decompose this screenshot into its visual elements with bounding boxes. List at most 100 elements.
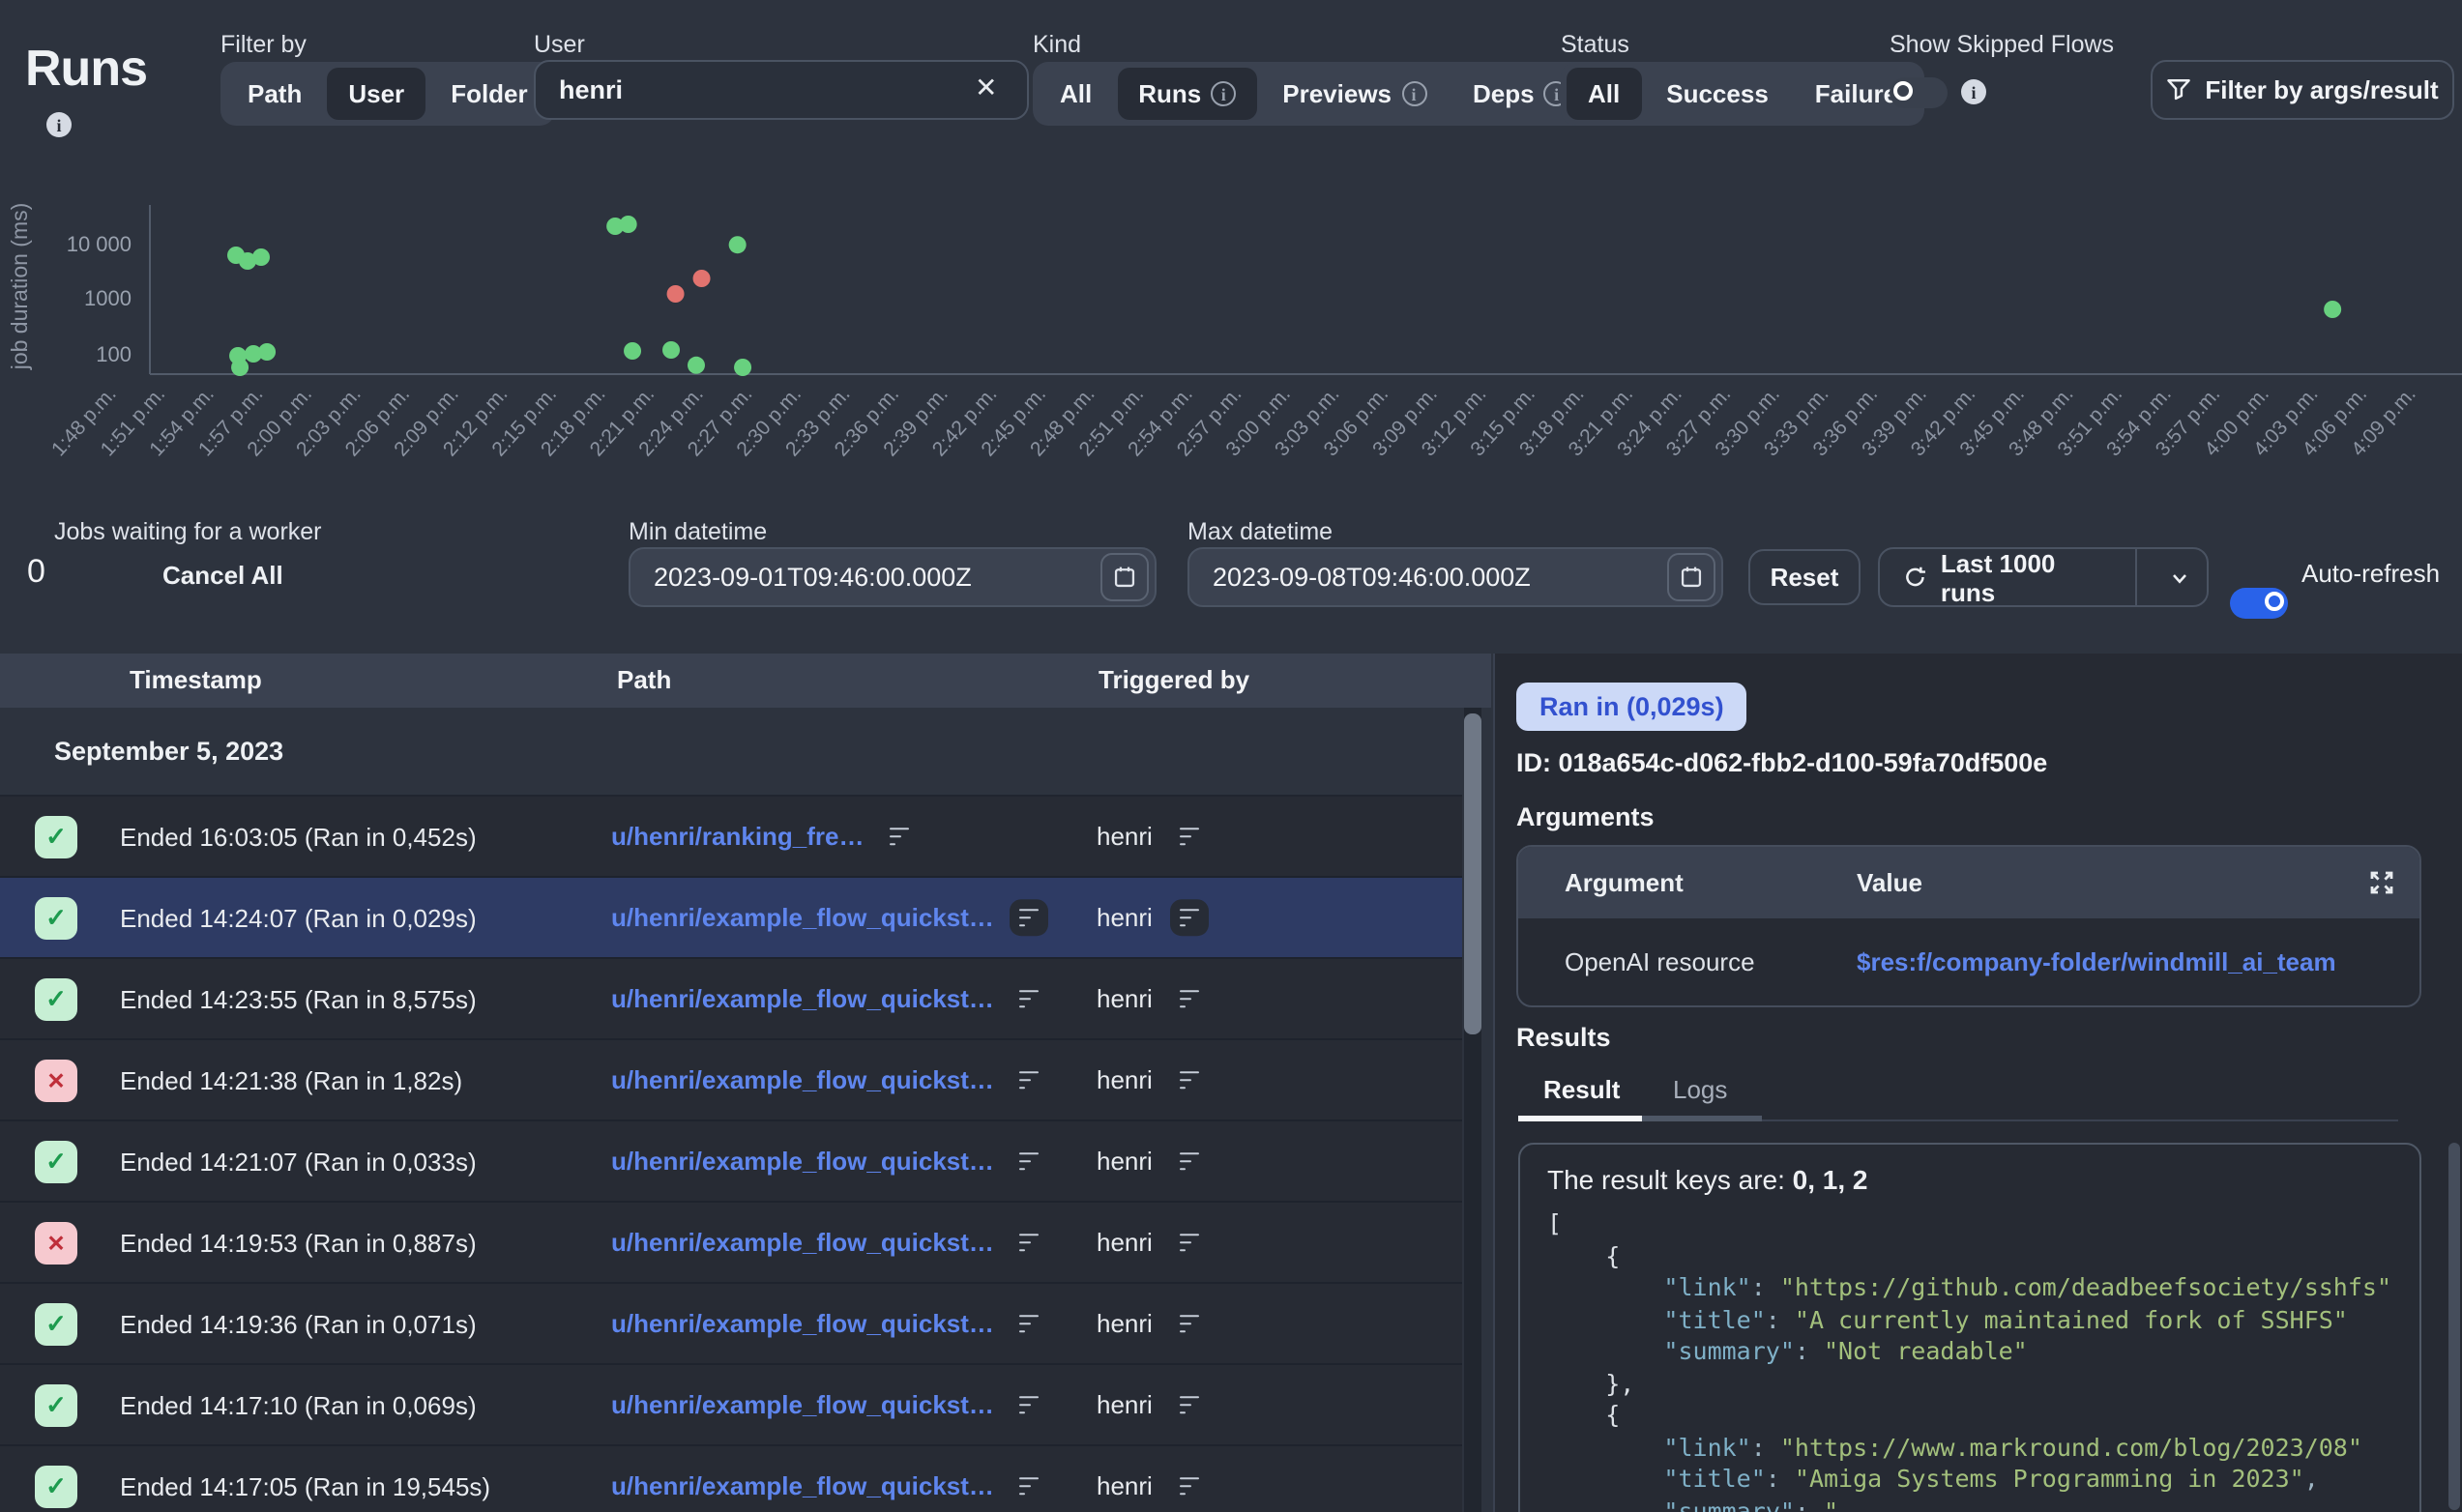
kind-previews-tab[interactable]: Previewsi — [1261, 68, 1448, 120]
run-path-link[interactable]: u/henri/example_flow_quickst… — [611, 1065, 994, 1094]
filter-args-result-button[interactable]: Filter by args/result — [2151, 60, 2454, 120]
status-success-tab[interactable]: Success — [1645, 68, 1790, 120]
last-runs-button[interactable]: Last 1000 runs — [1878, 547, 2209, 607]
run-detail-panel: Ran in (0,029s) ID: 018a654c-d062-fbb2-d… — [1493, 654, 2462, 1512]
table-row[interactable]: ✓ Ended 14:19:36 (Ran in 0,071s) u/henri… — [0, 1284, 1462, 1365]
run-path-link[interactable]: u/henri/example_flow_quickst… — [611, 1471, 994, 1500]
filter-by-folder-tab[interactable]: Folder — [429, 68, 548, 120]
run-dot-success[interactable] — [624, 342, 641, 360]
y-tick-100: 100 — [96, 342, 132, 366]
filter-by-user-icon[interactable] — [1170, 898, 1209, 937]
table-row[interactable]: ✕ Ended 14:21:38 (Ran in 1,82s) u/henri/… — [0, 1040, 1462, 1121]
job-duration-chart: job duration (ms) 10 000 1000 100 1:48 p… — [0, 189, 2462, 522]
runs-kind-info-icon[interactable]: i — [1211, 81, 1236, 106]
filter-by-user-icon[interactable] — [1170, 817, 1209, 856]
tab-logs[interactable]: Logs — [1673, 1075, 1727, 1104]
expand-arguments-button[interactable] — [2367, 868, 2396, 903]
run-timestamp: Ended 14:23:55 (Ran in 8,575s) — [120, 984, 477, 1013]
run-dot-success[interactable] — [620, 216, 637, 233]
filter-by-user-icon[interactable] — [1170, 1142, 1209, 1180]
run-dot-success[interactable] — [231, 359, 249, 376]
filter-by-path-icon[interactable] — [1010, 979, 1048, 1018]
results-title: Results — [1516, 1023, 1611, 1052]
min-datetime-field — [629, 547, 1157, 607]
run-dot-success[interactable] — [252, 248, 270, 266]
filter-by-path-tab[interactable]: Path — [226, 68, 323, 120]
kind-segmented: All Runsi Previewsi Depsi — [1033, 62, 1597, 126]
cancel-all-button[interactable]: Cancel All — [162, 561, 283, 590]
result-json-line: { — [1547, 1400, 2392, 1432]
kind-runs-tab[interactable]: Runsi — [1117, 68, 1257, 120]
arguments-table: Argument Value OpenAI resource $res: — [1516, 845, 2421, 1007]
runs-info-icon[interactable]: i — [46, 112, 72, 137]
show-skipped-info-icon[interactable]: i — [1961, 79, 1986, 104]
run-status-icon: ✓ — [35, 977, 77, 1020]
filter-by-path-icon[interactable] — [1010, 898, 1048, 937]
filter-by-path-icon[interactable] — [1010, 1142, 1048, 1180]
run-dot-success[interactable] — [729, 236, 747, 253]
user-filter-input[interactable] — [534, 60, 1029, 120]
run-path-link[interactable]: u/henri/example_flow_quickst… — [611, 984, 994, 1013]
table-row[interactable]: ✓ Ended 14:17:10 (Ran in 0,069s) u/henri… — [0, 1365, 1462, 1446]
run-path-link[interactable]: u/henri/example_flow_quickst… — [611, 903, 994, 932]
filter-by-user-icon[interactable] — [1170, 1061, 1209, 1099]
table-scrollbar[interactable] — [1464, 708, 1481, 1512]
run-dot-success[interactable] — [734, 359, 751, 376]
filter-by-path-icon[interactable] — [1010, 1304, 1048, 1343]
filter-by-user-icon[interactable] — [1170, 1223, 1209, 1262]
table-row[interactable]: ✓ Ended 14:23:55 (Ran in 8,575s) u/henri… — [0, 959, 1462, 1040]
filter-by-user-icon[interactable] — [1170, 1467, 1209, 1505]
table-row[interactable]: ✓ Ended 16:03:05 (Ran in 0,452s) u/henri… — [0, 797, 1462, 878]
reset-button[interactable]: Reset — [1748, 549, 1861, 605]
run-path-link[interactable]: u/henri/example_flow_quickst… — [611, 1228, 994, 1257]
filter-by-path-icon[interactable] — [1010, 1061, 1048, 1099]
filter-by-user-icon[interactable] — [1170, 1385, 1209, 1424]
argument-value-link[interactable]: $res:f/company-folder/windmill_ai_team — [1857, 947, 2419, 976]
auto-refresh-toggle[interactable] — [2230, 588, 2288, 619]
previews-kind-info-icon[interactable]: i — [1401, 81, 1426, 106]
result-json-line: "summary": " — [1547, 1496, 2392, 1512]
filter-by-path-icon[interactable] — [1010, 1385, 1048, 1424]
run-path-link[interactable]: u/henri/ranking_fre… — [611, 822, 865, 851]
result-keys: 0, 1, 2 — [1793, 1164, 1868, 1195]
max-datetime-input[interactable] — [1187, 547, 1723, 607]
table-row[interactable]: ✕ Ended 14:19:53 (Ran in 0,887s) u/henri… — [0, 1203, 1462, 1284]
kind-all-tab[interactable]: All — [1039, 68, 1113, 120]
run-path-link[interactable]: u/henri/example_flow_quickst… — [611, 1390, 994, 1419]
run-dot-success[interactable] — [662, 341, 680, 359]
page-title: Runs — [25, 39, 147, 99]
run-path-link[interactable]: u/henri/example_flow_quickst… — [611, 1309, 994, 1338]
run-dot-failure[interactable] — [693, 270, 711, 287]
table-row[interactable]: ✓ Ended 14:24:07 (Ran in 0,029s) u/henri… — [0, 878, 1462, 959]
run-timestamp: Ended 14:19:53 (Ran in 0,887s) — [120, 1228, 477, 1257]
run-dot-success[interactable] — [2324, 301, 2341, 318]
tab-result[interactable]: Result — [1543, 1075, 1620, 1104]
table-row[interactable]: ✓ Ended 14:17:05 (Ran in 19,545s) u/henr… — [0, 1446, 1462, 1512]
filter-by-user-icon[interactable] — [1170, 979, 1209, 1018]
chevron-down-icon — [2167, 566, 2190, 589]
min-datetime-input[interactable] — [629, 547, 1157, 607]
show-skipped-toggle[interactable] — [1890, 77, 1948, 108]
run-dot-success[interactable] — [688, 357, 705, 374]
result-json-line: "title": "A currently maintained fork of… — [1547, 1304, 2392, 1336]
run-dot-failure[interactable] — [667, 285, 685, 303]
filter-by-path-icon[interactable] — [880, 817, 919, 856]
filter-by-user-tab[interactable]: User — [327, 68, 425, 120]
table-scrollbar-thumb[interactable] — [1464, 713, 1481, 1034]
filter-by-user-icon[interactable] — [1170, 1304, 1209, 1343]
run-path-link[interactable]: u/henri/example_flow_quickst… — [611, 1147, 994, 1176]
filter-by-path-icon[interactable] — [1010, 1467, 1048, 1505]
run-triggered-by: henri — [1097, 1471, 1153, 1500]
run-status-icon: ✓ — [35, 1465, 77, 1507]
status-all-tab[interactable]: All — [1567, 68, 1641, 120]
col-timestamp: Timestamp — [130, 654, 262, 708]
table-row[interactable]: ✓ Ended 14:21:07 (Ran in 0,033s) u/henri… — [0, 1121, 1462, 1203]
max-datetime-calendar-button[interactable] — [1667, 553, 1715, 601]
last-runs-dropdown-button[interactable] — [2152, 566, 2207, 589]
clear-user-filter-icon[interactable]: ✕ — [975, 72, 997, 104]
run-triggered-by: henri — [1097, 1065, 1153, 1094]
filter-by-path-icon[interactable] — [1010, 1223, 1048, 1262]
panel-scrollbar-thumb[interactable] — [2448, 1143, 2460, 1510]
run-dot-success[interactable] — [258, 343, 276, 361]
min-datetime-calendar-button[interactable] — [1100, 553, 1149, 601]
